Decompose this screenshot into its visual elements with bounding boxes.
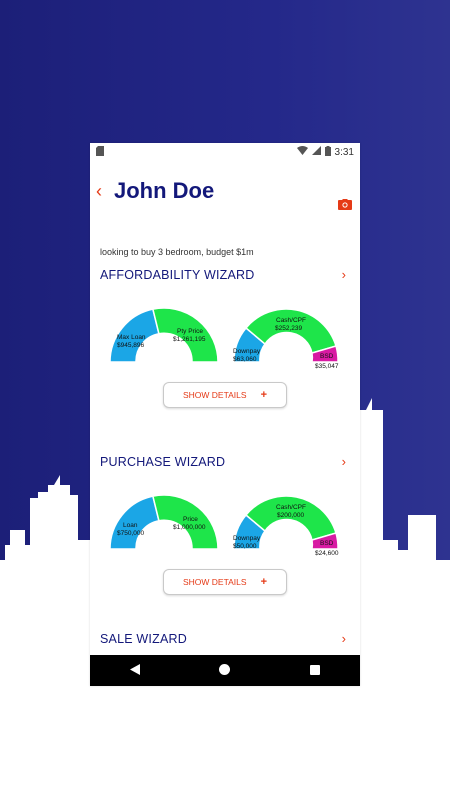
max-loan-label: Max Loan <box>117 334 146 341</box>
purchase-breakdown-gauge: Cash/CPF $200,000 Downpay $50,000 BSD $2… <box>233 495 339 557</box>
purchase-wizard-header[interactable]: PURCHASE WIZARD › <box>90 454 360 469</box>
clock-time: 3:31 <box>334 146 354 158</box>
price-value: $1,000,000 <box>173 524 206 531</box>
cash-cpf-value: $200,000 <box>277 512 304 519</box>
phone-screen: 3:31 ‹ John Doe looking to buy 3 bedroom… <box>90 143 360 686</box>
price-label: Price <box>183 516 198 523</box>
plus-icon: + <box>260 389 268 401</box>
bsd-label: BSD <box>320 353 334 360</box>
purchase-show-details-button[interactable]: SHOW DETAILS + <box>163 569 287 595</box>
loan-label: Loan <box>123 522 138 529</box>
pty-price-value: $1,261,195 <box>173 336 206 343</box>
affordability-wizard-header[interactable]: AFFORDABILITY WIZARD › <box>90 267 360 282</box>
contact-description: looking to buy 3 bedroom, budget $1m <box>100 247 254 257</box>
max-loan-value: $945,896 <box>117 342 144 349</box>
chevron-right-icon[interactable]: › <box>342 267 346 282</box>
loan-value: $750,000 <box>117 530 144 537</box>
sd-card-icon <box>96 145 104 159</box>
wifi-icon <box>296 146 308 158</box>
camera-icon[interactable] <box>338 197 352 215</box>
affordability-show-details-button[interactable]: SHOW DETAILS + <box>163 382 287 408</box>
bsd-value: $24,600 <box>315 550 339 557</box>
nav-back-icon[interactable] <box>129 662 140 680</box>
downpay-value: $50,000 <box>233 543 257 550</box>
back-chevron-icon[interactable]: ‹ <box>96 181 110 202</box>
show-details-label: SHOW DETAILS <box>182 390 247 400</box>
signal-icon <box>311 146 321 158</box>
show-details-label: SHOW DETAILS <box>182 577 247 587</box>
contact-header: ‹ John Doe <box>90 161 360 221</box>
downpay-label: Downpay <box>233 535 261 542</box>
bsd-label: BSD <box>320 540 334 547</box>
section-title: AFFORDABILITY WIZARD <box>100 267 255 282</box>
purchase-gauges: Loan $750,000 Price $1,000,000 Cash/CPF … <box>90 469 360 569</box>
nav-home-icon[interactable] <box>219 662 231 680</box>
battery-icon <box>324 145 331 159</box>
bsd-value: $35,047 <box>315 363 339 370</box>
downpay-value: $63,060 <box>233 356 257 363</box>
status-bar: 3:31 <box>90 143 360 161</box>
cash-cpf-label: Cash/CPF <box>276 504 306 511</box>
section-title: PURCHASE WIZARD <box>100 454 226 469</box>
chevron-right-icon[interactable]: › <box>342 631 346 646</box>
cash-cpf-value: $252,239 <box>275 325 302 332</box>
pty-price-label: Pty Price <box>177 328 203 335</box>
section-title: SALE WIZARD <box>100 631 187 646</box>
nav-recents-icon[interactable] <box>310 662 321 680</box>
chevron-right-icon[interactable]: › <box>342 454 346 469</box>
cost-breakdown-gauge: Cash/CPF $252,239 Downpay $63,060 BSD $3… <box>233 308 339 370</box>
loan-gauge: Loan $750,000 Price $1,000,000 <box>109 494 219 550</box>
contact-name: John Doe <box>114 178 215 203</box>
downpay-label: Downpay <box>233 348 261 355</box>
android-nav-bar <box>90 655 360 686</box>
plus-icon: + <box>260 576 268 588</box>
sale-wizard-header[interactable]: SALE WIZARD › <box>90 631 360 646</box>
cash-cpf-label: Cash/CPF <box>276 317 306 324</box>
affordability-gauges: Max Loan $945,896 Pty Price $1,261,195 C… <box>90 282 360 382</box>
max-loan-gauge: Max Loan $945,896 Pty Price $1,261,195 <box>109 307 219 363</box>
